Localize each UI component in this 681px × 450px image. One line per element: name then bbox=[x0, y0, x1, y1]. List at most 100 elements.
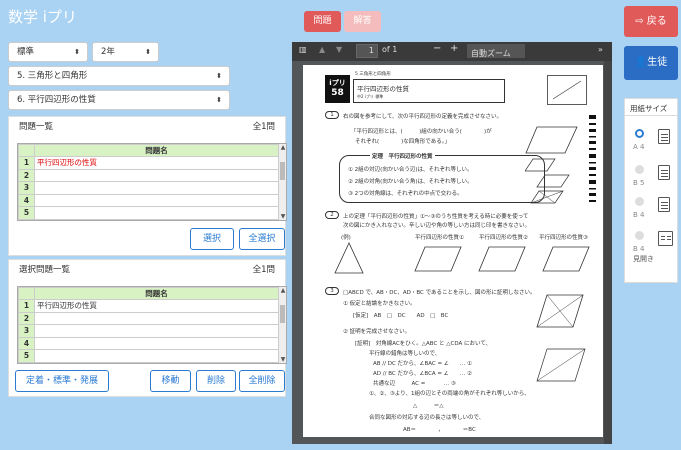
q1-line-a: 「平行四辺形とは、( )組の向かい合う( )が bbox=[351, 129, 492, 135]
proof-line-3: AB // DC だから、∠BAC = ∠ … ① bbox=[373, 361, 472, 367]
selected-grid[interactable]: 問題名 1 平行四辺形の性質 2 3 4 5 ▲ ▼ bbox=[17, 286, 287, 364]
paper-option-b5[interactable]: B 5 bbox=[629, 161, 677, 189]
selected-list-panel: 選択問題一覧 全1問 問題名 1 平行四辺形の性質 2 3 4 5 ▲ ▼ 定着・… bbox=[8, 259, 287, 397]
scroll-up-icon[interactable]: ▲ bbox=[279, 287, 286, 294]
barcode bbox=[589, 115, 596, 202]
move-button[interactable]: 移動 bbox=[150, 370, 191, 392]
pdf-scrollbar[interactable] bbox=[604, 61, 612, 444]
scroll-down-icon[interactable]: ▼ bbox=[279, 213, 286, 220]
paper-option-a4[interactable]: A 4 bbox=[629, 125, 677, 153]
theorem-figures bbox=[525, 158, 570, 204]
more-tools-icon[interactable]: » bbox=[598, 45, 603, 54]
next-page-icon[interactable]: ▼ bbox=[336, 45, 342, 54]
table-row[interactable]: 4 bbox=[18, 336, 279, 350]
radio-b4-spread[interactable] bbox=[635, 231, 644, 240]
unit-select[interactable]: 5. 三角形と四角形 ⬍ bbox=[8, 66, 230, 86]
back-label: 戻る bbox=[646, 16, 667, 27]
sidebar-toggle-icon[interactable]: ▥ bbox=[299, 45, 307, 54]
theorem-item-2: ② 2組の対角(向かい合う角)は、それぞれ等しい。 bbox=[348, 179, 473, 185]
proof-line-7: △ ＝△ bbox=[413, 403, 444, 409]
q1-line-b: それぞれ( )な四角形である。」 bbox=[355, 139, 450, 145]
paper-label-b4-spread: B 4 bbox=[633, 245, 645, 253]
scrollbar[interactable]: ▲ ▼ bbox=[278, 144, 286, 220]
preset-button[interactable]: 定着・標準・発展 bbox=[15, 370, 109, 392]
table-row[interactable]: 3 bbox=[18, 324, 279, 338]
proof-line-2: 平行線の錯角は等しいので、 bbox=[369, 351, 441, 357]
q3-text: □ABCD で、AB・DC、AD・BC であることを示し、図の形に証明しなさい。 bbox=[343, 290, 536, 296]
table-row[interactable]: 2 bbox=[18, 168, 279, 182]
doc-title-box: 平行四辺形の性質 中2 iプリ 標準 bbox=[353, 79, 505, 103]
table-row[interactable]: 1 平行四辺形の性質 bbox=[18, 156, 279, 170]
proof-line-4: AD // BC だから、∠BCA = ∠ … ② bbox=[373, 371, 472, 377]
radio-b4[interactable] bbox=[635, 197, 644, 206]
section-number-2: 2 bbox=[325, 211, 339, 219]
proof-line-8: 合同な図形の対応する辺の長さは等しいので、 bbox=[369, 415, 485, 421]
student-button[interactable]: 👤生徒 bbox=[624, 46, 678, 80]
prev-page-icon[interactable]: ▲ bbox=[319, 45, 325, 54]
problem-grid[interactable]: 問題名 1 平行四辺形の性質 2 3 4 5 ▲ ▼ bbox=[17, 143, 287, 221]
document-icon bbox=[658, 197, 670, 212]
q2-figures bbox=[334, 242, 590, 274]
problem-name[interactable]: 平行四辺形の性質 bbox=[34, 299, 279, 313]
subunit-select[interactable]: 6. 平行四辺形の性質 ⬍ bbox=[8, 90, 230, 110]
q2-text: 上の定理「平行四辺形の性質」①〜③のうち性質を考える時に必要を使って bbox=[343, 214, 529, 220]
scroll-thumb[interactable] bbox=[280, 305, 285, 323]
chevron-down-icon: ⬍ bbox=[74, 48, 80, 56]
level-value: 標準 bbox=[17, 47, 35, 57]
delete-all-button[interactable]: 全削除 bbox=[239, 370, 285, 392]
grade-select[interactable]: 2年 ⬍ bbox=[92, 42, 159, 62]
problem-name[interactable]: 平行四辺形の性質 bbox=[34, 156, 279, 170]
pdf-viewer[interactable]: ▥ ▲ ▼ 1 of 1 − + 自動ズーム » iプリ 58 5 三角形と四角… bbox=[292, 42, 612, 444]
iprint-logo: iプリ 58 bbox=[325, 75, 350, 103]
theorem-item-3: ③ 2つの対角線は、それぞれの中点で交わる。 bbox=[348, 191, 463, 197]
paper-label-a4: A 4 bbox=[633, 143, 645, 151]
radio-b5[interactable] bbox=[635, 165, 644, 174]
table-row[interactable]: 2 bbox=[18, 311, 279, 325]
section-number-1: 1 bbox=[325, 111, 339, 119]
parallelogram-figure bbox=[525, 126, 578, 154]
chevron-down-icon: ⬍ bbox=[216, 72, 222, 80]
zoom-select[interactable]: 自動ズーム bbox=[467, 44, 525, 58]
proof-line-1: [証明] 対角線ACをひく。△ABC と △CDA において、 bbox=[355, 341, 492, 347]
scroll-down-icon[interactable]: ▼ bbox=[279, 356, 286, 363]
select-all-button[interactable]: 全選択 bbox=[239, 228, 285, 250]
q2-label-1: 平行四辺形の性質① bbox=[415, 235, 464, 241]
table-row[interactable]: 3 bbox=[18, 181, 279, 195]
q2-label-2: 平行四辺形の性質② bbox=[479, 235, 528, 241]
chevron-down-icon: ⬍ bbox=[145, 48, 151, 56]
scroll-up-icon[interactable]: ▲ bbox=[279, 144, 286, 151]
score-box bbox=[547, 75, 587, 105]
tab-question[interactable]: 問題 bbox=[304, 11, 341, 32]
select-button[interactable]: 選択 bbox=[190, 228, 234, 250]
q2-text-b: 次の図にかき入れなさい。辛しい辺や角の等しい方は同じ印を書きなさい。 bbox=[343, 223, 531, 229]
table-row[interactable]: 4 bbox=[18, 193, 279, 207]
scroll-thumb[interactable] bbox=[280, 162, 285, 180]
pdf-page: iプリ 58 5 三角形と四角形 平行四辺形の性質 中2 iプリ 標準 1 右の… bbox=[303, 65, 603, 437]
selected-list-header: 選択問題一覧 全1問 bbox=[9, 260, 285, 280]
grade-value: 2年 bbox=[101, 47, 115, 57]
zoom-out-button[interactable]: − bbox=[433, 43, 441, 54]
paper-label-b4: B 4 bbox=[633, 211, 645, 219]
student-label: 生徒 bbox=[647, 57, 668, 68]
q3-assumption: [仮定] AB □ DC AD □ BC bbox=[353, 313, 449, 319]
document-icon bbox=[658, 129, 670, 144]
theorem-box: 定理 平行四辺形の性質 ① 2組の対辺(向かい合う辺)は、それぞれ等しい。 ② … bbox=[339, 152, 545, 203]
column-header-name: 問題名 bbox=[34, 144, 279, 157]
radio-a4[interactable] bbox=[635, 129, 644, 138]
back-button[interactable]: ⇨ 戻る bbox=[624, 6, 678, 37]
paper-option-b4[interactable]: B 4 bbox=[629, 193, 677, 221]
level-select[interactable]: 標準 ⬍ bbox=[8, 42, 88, 62]
zoom-in-button[interactable]: + bbox=[450, 43, 458, 54]
problem-list-panel: 問題一覧 全1問 問題名 1 平行四辺形の性質 2 3 4 5 ▲ ▼ 選択 全選… bbox=[8, 116, 287, 256]
table-row[interactable]: 5 bbox=[18, 349, 279, 363]
doc-unit: 5 三角形と四角形 bbox=[355, 72, 391, 77]
q2-label-example: (例) bbox=[341, 235, 351, 241]
q2-label-3: 平行四辺形の性質③ bbox=[539, 235, 588, 241]
table-row[interactable]: 1 平行四辺形の性質 bbox=[18, 299, 279, 313]
table-row[interactable]: 5 bbox=[18, 206, 279, 220]
page-number-input[interactable]: 1 bbox=[356, 44, 378, 58]
scrollbar[interactable]: ▲ ▼ bbox=[278, 287, 286, 363]
delete-button[interactable]: 削除 bbox=[196, 370, 236, 392]
tab-answer[interactable]: 解答 bbox=[344, 11, 381, 32]
paper-option-b4-spread[interactable]: B 4 見開き bbox=[629, 227, 677, 267]
